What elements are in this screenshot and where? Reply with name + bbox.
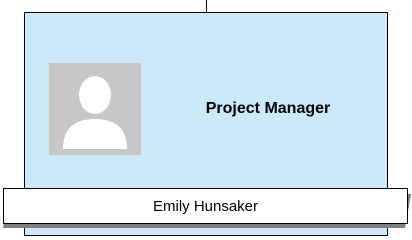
org-chart-node: Project Manager Emily Hunsaker [0, 0, 412, 240]
connector-line [206, 0, 207, 12]
name-banner: Emily Hunsaker [3, 188, 408, 224]
job-title: Project Manager [205, 100, 331, 117]
person-placeholder-icon [49, 63, 141, 155]
employee-name: Emily Hunsaker [152, 197, 259, 215]
